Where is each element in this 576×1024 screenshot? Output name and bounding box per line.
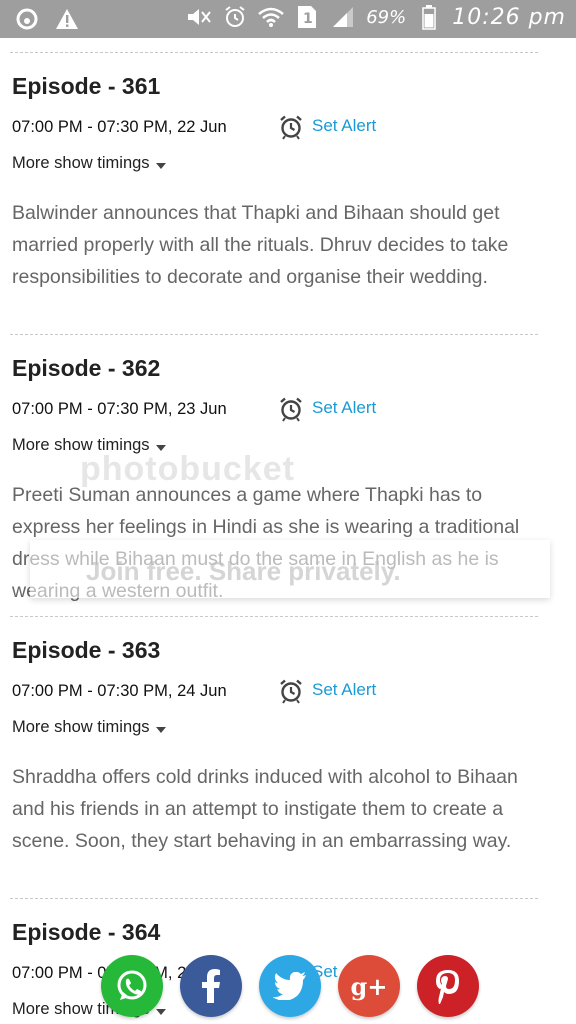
alarm-clock-icon[interactable] (278, 114, 304, 140)
battery-percent: 69% (366, 6, 407, 28)
pinterest-share-button[interactable] (417, 955, 479, 1017)
more-show-timings-label: More show timings (12, 436, 150, 454)
signal-icon (330, 4, 356, 30)
episode-time-row: 07:00 PM - 07:30 PM, 23 Jun Set Alert (12, 396, 542, 422)
whatsapp-share-button[interactable] (101, 955, 163, 1017)
episode-time-row: 07:00 PM - 07:30 PM, 24 Jun Set Alert (12, 678, 542, 704)
episode-card: Episode - 362 07:00 PM - 07:30 PM, 23 Ju… (12, 354, 542, 607)
episode-card: Episode - 363 07:00 PM - 07:30 PM, 24 Ju… (12, 636, 542, 857)
clock: 10:26 pm (452, 4, 566, 30)
caret-down-icon (155, 726, 166, 733)
twitter-share-button[interactable] (259, 955, 321, 1017)
whatsapp-icon (114, 968, 150, 1004)
divider (10, 898, 538, 899)
warning-icon (54, 6, 80, 32)
sim-icon: 1 (294, 4, 320, 30)
episode-description: Balwinder announces that Thapki and Biha… (12, 202, 509, 288)
episode-title: Episode - 361 (12, 73, 161, 99)
alarm-icon (222, 4, 248, 30)
episode-card: Episode - 361 07:00 PM - 07:30 PM, 22 Ju… (12, 72, 542, 293)
episode-time-row: 07:00 PM - 07:30 PM, 22 Jun Set Alert (12, 114, 542, 140)
svg-text:1: 1 (303, 11, 313, 27)
status-bar: 1 69% 10:26 pm (0, 0, 576, 38)
google-plus-share-button[interactable]: g+ (338, 955, 400, 1017)
episode-time: 07:00 PM - 07:30 PM, 23 Jun (12, 399, 227, 418)
more-show-timings[interactable]: More show timings (12, 154, 542, 173)
episode-time: 07:00 PM - 07:30 PM, 22 Jun (12, 117, 227, 136)
divider (10, 616, 538, 617)
share-bar: g+ (101, 955, 479, 1017)
pinterest-icon (434, 968, 462, 1004)
wifi-icon (258, 4, 284, 30)
divider (10, 334, 538, 335)
battery-icon (416, 4, 442, 30)
divider (10, 52, 538, 53)
alarm-clock-icon[interactable] (278, 396, 304, 422)
episode-title: Episode - 362 (12, 355, 161, 381)
more-show-timings-label: More show timings (12, 718, 150, 736)
episode-title: Episode - 363 (12, 637, 161, 663)
facebook-share-button[interactable] (180, 955, 242, 1017)
episode-title: Episode - 364 (12, 919, 161, 945)
episode-time: 07:00 PM - 07:30 PM, 24 Jun (12, 681, 227, 700)
more-show-timings[interactable]: More show timings (12, 436, 542, 455)
more-show-timings[interactable]: More show timings (12, 718, 542, 737)
mute-icon (186, 4, 212, 30)
caret-down-icon (155, 444, 166, 451)
episode-description: Preeti Suman announces a game where Thap… (12, 484, 520, 602)
set-alert-link[interactable]: Set Alert (312, 398, 376, 418)
caret-down-icon (155, 162, 166, 169)
twitter-icon (273, 972, 307, 1000)
episode-description: Shraddha offers cold drinks induced with… (12, 766, 518, 852)
google-plus-icon: g+ (350, 971, 388, 1001)
alarm-clock-icon[interactable] (278, 678, 304, 704)
app-icon (14, 6, 40, 32)
set-alert-link[interactable]: Set Alert (312, 680, 376, 700)
set-alert-link[interactable]: Set Alert (312, 116, 376, 136)
facebook-icon (200, 969, 222, 1003)
more-show-timings-label: More show timings (12, 154, 150, 172)
